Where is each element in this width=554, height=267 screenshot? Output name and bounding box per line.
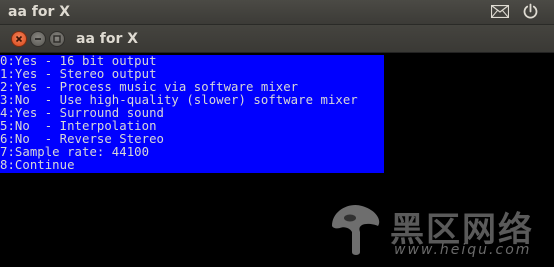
maximize-button[interactable] (49, 31, 65, 47)
power-icon[interactable] (522, 3, 539, 20)
watermark-url: www.heiqu.com (394, 242, 532, 258)
maximize-icon (53, 35, 61, 43)
minimize-button[interactable] (30, 31, 46, 47)
window-titlebar[interactable]: aa for X (0, 25, 554, 53)
screen: aa for X aa for X 0:Yes - 16 bit output … (0, 0, 554, 267)
mail-icon[interactable] (491, 5, 509, 18)
top-panel: aa for X (0, 0, 554, 25)
close-icon (15, 35, 23, 43)
options-menu: 0:Yes - 16 bit output 1:Yes - Stereo out… (0, 55, 384, 173)
menu-option-8[interactable]: 8:Continue (0, 159, 75, 172)
window-title: aa for X (76, 31, 139, 47)
watermark-logo-icon (332, 204, 380, 255)
watermark: 黑区网络 www.heiqu.com (326, 198, 554, 264)
panel-app-title: aa for X (8, 4, 71, 20)
close-button[interactable] (11, 31, 27, 47)
minimize-icon (35, 38, 41, 40)
